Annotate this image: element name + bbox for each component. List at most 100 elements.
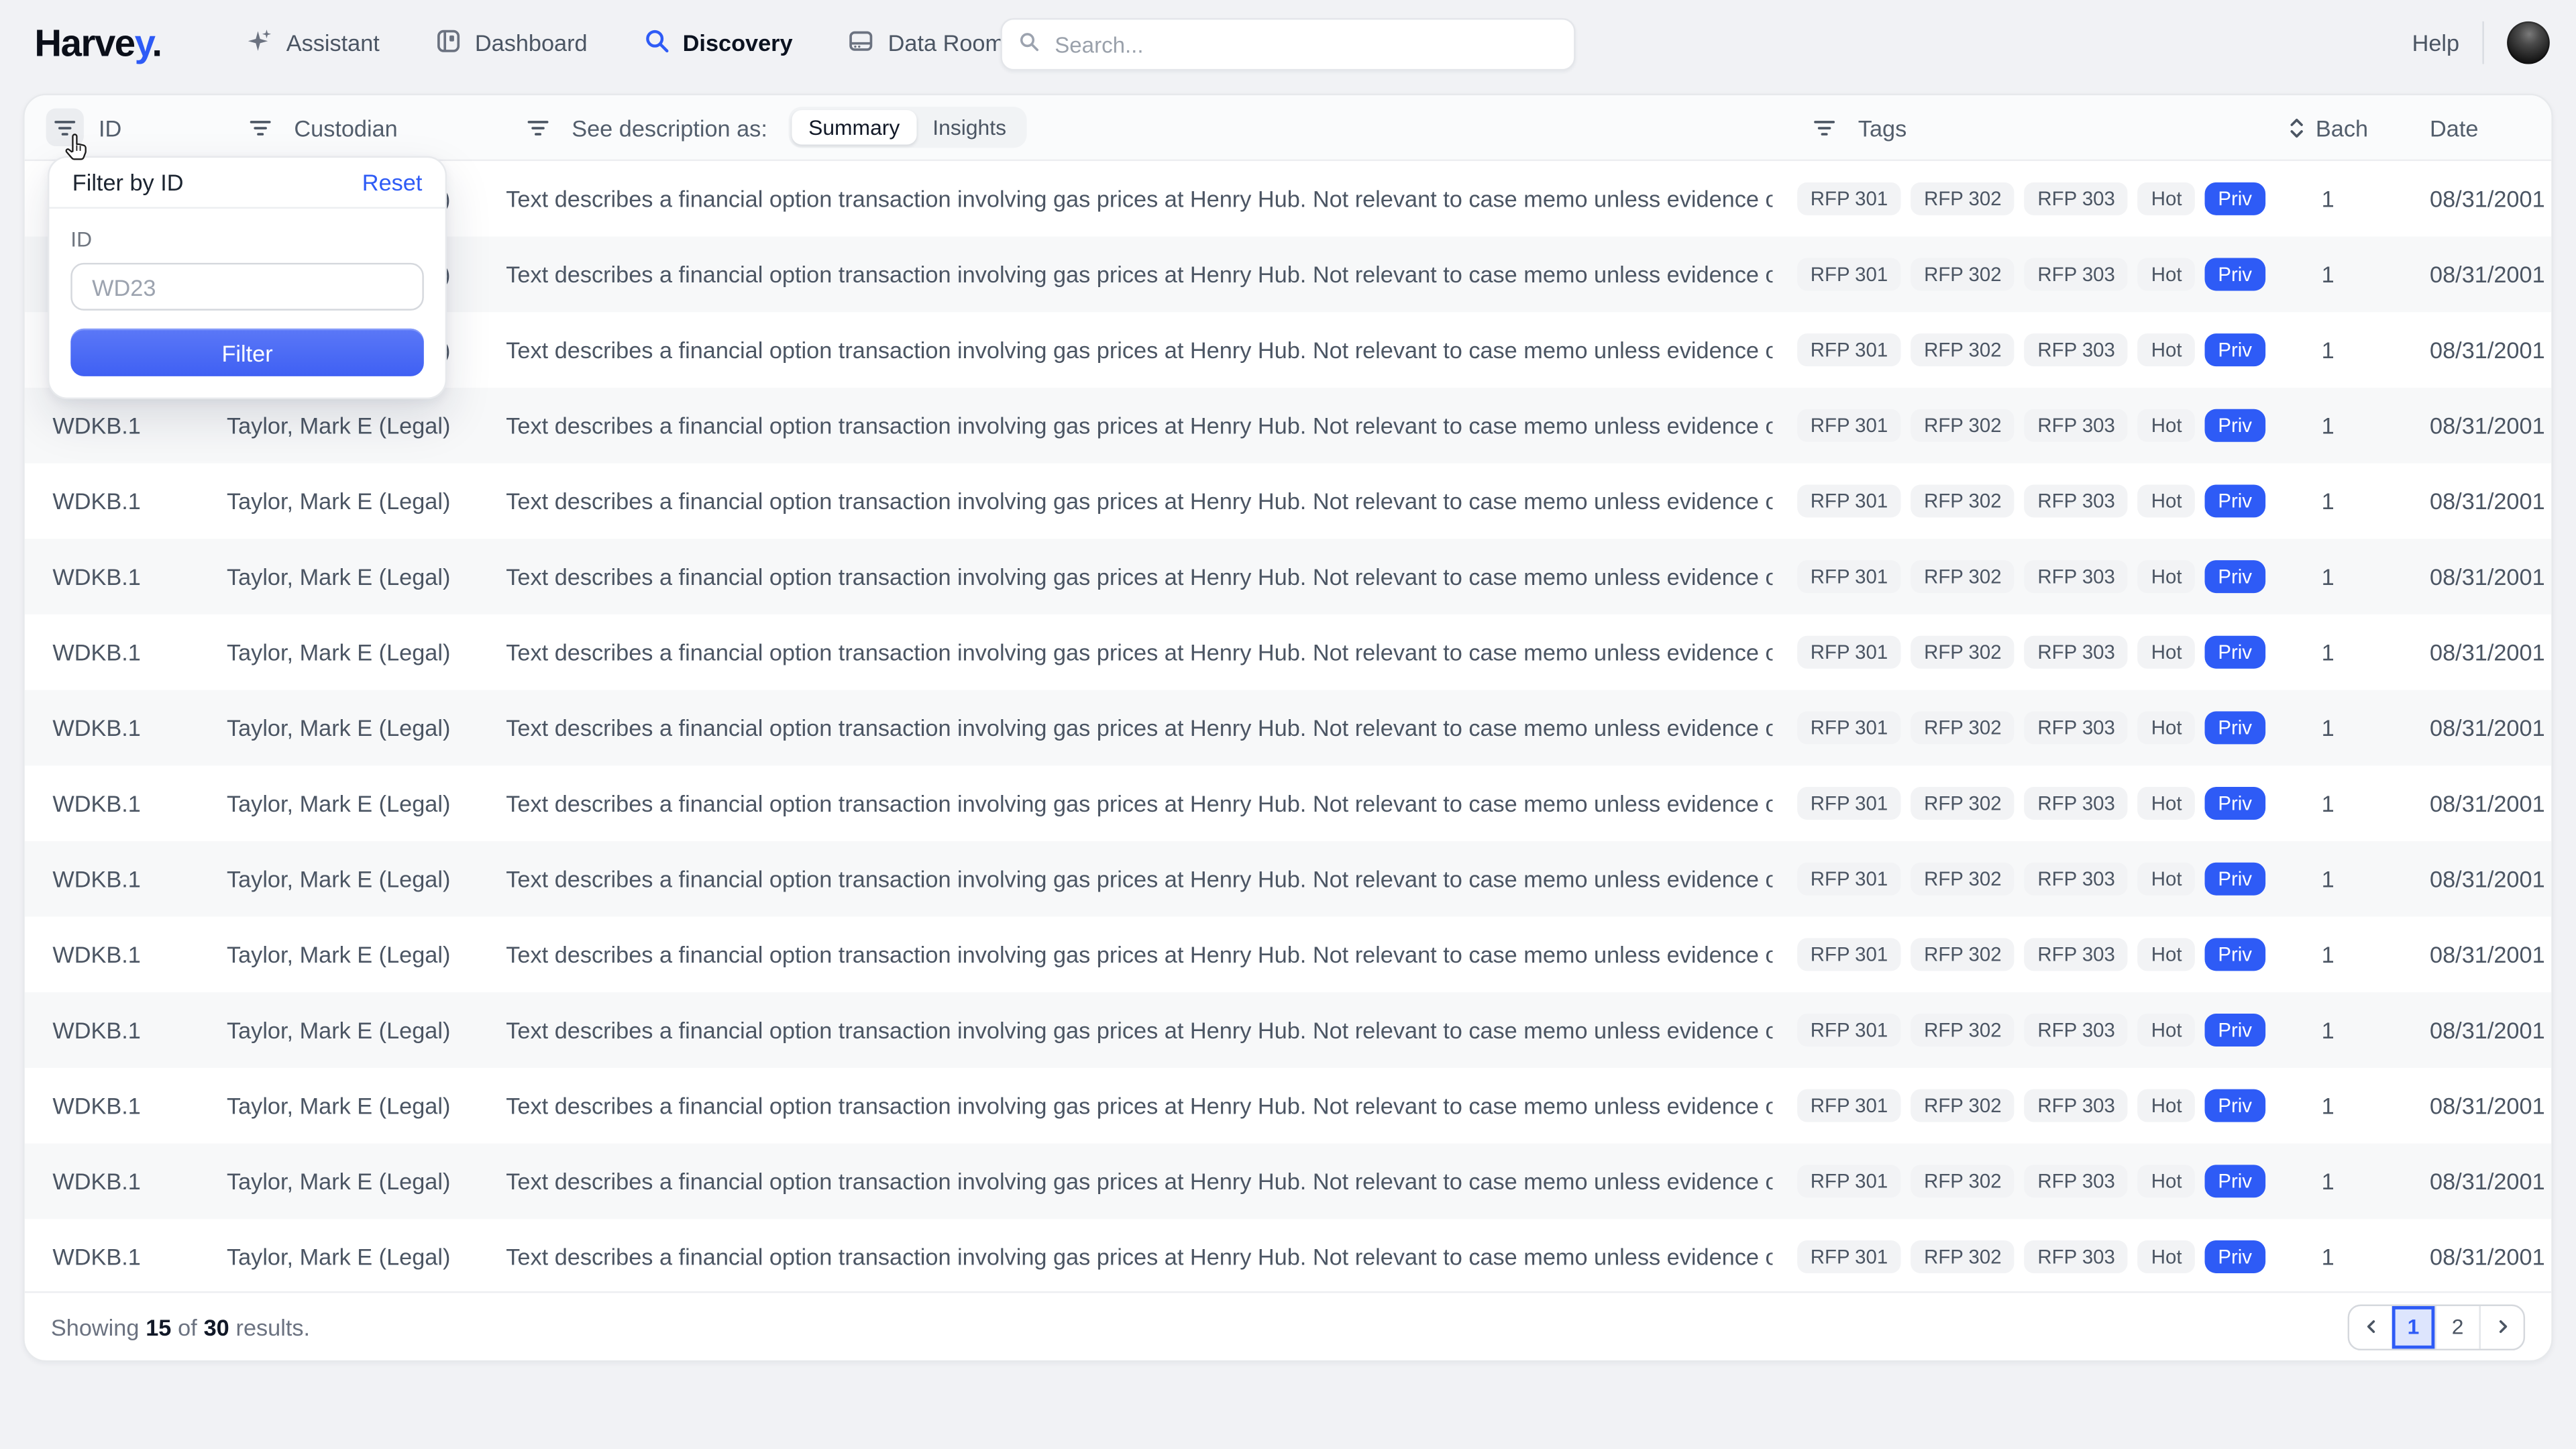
previous-page-button[interactable]: [2349, 1305, 2392, 1348]
user-avatar[interactable]: [2507, 21, 2550, 64]
results-summary: Showing15of30results.: [51, 1313, 310, 1340]
next-page-button[interactable]: [2479, 1305, 2524, 1348]
priv-tag-pill: Priv: [2205, 938, 2265, 971]
page-button-1[interactable]: 1: [2392, 1305, 2435, 1348]
priv-tag-pill: Priv: [2205, 787, 2265, 820]
cell-date: 08/31/2001: [2387, 866, 2551, 892]
cell-date: 08/31/2001: [2387, 1244, 2551, 1270]
table-row[interactable]: WDKB.1 Taylor, Mark E (Legal) Text descr…: [25, 464, 2552, 539]
cell-id: WDKB.1: [25, 413, 227, 439]
cell-id: WDKB.1: [25, 564, 227, 590]
popover-title: Filter by ID: [72, 169, 184, 195]
id-filter-button[interactable]: [46, 109, 84, 146]
tag-pill: Hot: [2138, 182, 2195, 215]
table-row[interactable]: WDKB.1 Taylor, Mark E (Legal) Text descr…: [25, 765, 2552, 841]
nav-item-discovery[interactable]: Discovery: [643, 27, 793, 58]
tag-pill: Hot: [2138, 409, 2195, 442]
cell-batch: 1: [2269, 186, 2387, 212]
nav-label: Discovery: [683, 30, 793, 56]
tag-pill: RFP 302: [1911, 787, 2015, 820]
table-row[interactable]: WDKB.1 Taylor, Mark E (Legal) Text descr…: [25, 841, 2552, 917]
cell-custodian: Taylor, Mark E (Legal): [227, 1168, 506, 1194]
cell-batch: 1: [2269, 488, 2387, 514]
cell-description: Text describes a financial option transa…: [506, 790, 1772, 816]
tag-pill: RFP 302: [1911, 182, 2015, 215]
cell-description: Text describes a financial option transa…: [506, 186, 1772, 212]
nav-item-assistant[interactable]: Assistant: [247, 27, 380, 58]
tag-pill: RFP 303: [2025, 1240, 2129, 1273]
description-filter-button[interactable]: [519, 109, 557, 146]
tag-pill: RFP 302: [1911, 484, 2015, 517]
tab-summary[interactable]: Summary: [792, 110, 916, 144]
table-row[interactable]: WDKB.1 Taylor, Mark E (Legal) Text descr…: [25, 614, 2552, 690]
tag-pill: RFP 301: [1797, 863, 1901, 896]
cell-custodian: Taylor, Mark E (Legal): [227, 1093, 506, 1119]
table-row[interactable]: WDKB.1 Taylor, Mark E (Legal) Text descr…: [25, 1143, 2552, 1219]
cell-date: 08/31/2001: [2387, 941, 2551, 967]
tag-pill: RFP 303: [2025, 1014, 2129, 1046]
harvey-logo: Harvey.: [34, 21, 161, 65]
priv-tag-pill: Priv: [2205, 484, 2265, 517]
cell-description: Text describes a financial option transa…: [506, 714, 1772, 741]
nav-item-data-room[interactable]: Data Room: [849, 27, 1004, 58]
table-row[interactable]: WDKB.1 Taylor, Mark E (Legal) Text descr…: [25, 1219, 2552, 1295]
filter-submit-button[interactable]: Filter: [70, 329, 424, 376]
tag-pill: RFP 302: [1911, 1089, 2015, 1122]
tag-pill: RFP 302: [1911, 863, 2015, 896]
cell-id: WDKB.1: [25, 941, 227, 967]
tag-pill: RFP 303: [2025, 938, 2129, 971]
tag-pill: RFP 303: [2025, 560, 2129, 593]
cell-date: 08/31/2001: [2387, 564, 2551, 590]
cell-tags: RFP 301RFP 302RFP 303HotPriv: [1772, 333, 2269, 366]
table-row[interactable]: WDKB.1 Taylor, Mark E (Legal) Text descr…: [25, 992, 2552, 1068]
sparkles-icon: [247, 27, 273, 58]
cell-description: Text describes a financial option transa…: [506, 337, 1772, 363]
cell-custodian: Taylor, Mark E (Legal): [227, 1017, 506, 1043]
cell-custodian: Taylor, Mark E (Legal): [227, 941, 506, 967]
search-input[interactable]: [1051, 30, 1557, 58]
tag-pill: RFP 301: [1797, 1240, 1901, 1273]
cell-id: WDKB.1: [25, 639, 227, 665]
tag-pill: RFP 301: [1797, 560, 1901, 593]
table-row[interactable]: WDKB.1 Taylor, Mark E (Legal) Text descr…: [25, 1068, 2552, 1144]
custodian-filter-button[interactable]: [241, 109, 279, 146]
cell-description: Text describes a financial option transa…: [506, 1244, 1772, 1270]
tags-filter-button[interactable]: [1805, 109, 1843, 146]
tag-pill: RFP 303: [2025, 258, 2129, 290]
sort-icon[interactable]: [2288, 117, 2304, 138]
column-header-description: See description as: Summary Insights: [506, 107, 1772, 148]
table-row[interactable]: WDKB.1 Taylor, Mark E (Legal) Text descr…: [25, 690, 2552, 766]
tag-pill: RFP 303: [2025, 787, 2129, 820]
nav-item-dashboard[interactable]: Dashboard: [435, 27, 588, 58]
tag-pill: RFP 303: [2025, 863, 2129, 896]
priv-tag-pill: Priv: [2205, 1014, 2265, 1046]
cell-batch: 1: [2269, 941, 2387, 967]
table-row[interactable]: WDKB.1 Taylor, Mark E (Legal) Text descr…: [25, 917, 2552, 993]
help-link[interactable]: Help: [2412, 30, 2460, 56]
reset-link[interactable]: Reset: [362, 169, 423, 195]
column-header-batch: Bach: [2269, 114, 2387, 140]
tag-pill: RFP 302: [1911, 711, 2015, 744]
cell-custodian: Taylor, Mark E (Legal): [227, 413, 506, 439]
id-filter-input[interactable]: [70, 263, 424, 311]
nav-label: Dashboard: [475, 30, 588, 56]
tag-pill: Hot: [2138, 258, 2195, 290]
cell-tags: RFP 301RFP 302RFP 303HotPriv: [1772, 938, 2269, 971]
cell-description: Text describes a financial option transa…: [506, 1168, 1772, 1194]
cell-tags: RFP 301RFP 302RFP 303HotPriv: [1772, 711, 2269, 744]
priv-tag-pill: Priv: [2205, 258, 2265, 290]
table-row[interactable]: WDKB.1 Taylor, Mark E (Legal) Text descr…: [25, 539, 2552, 614]
page-button-2[interactable]: 2: [2434, 1305, 2479, 1348]
filter-by-id-popover: Filter by ID Reset ID Filter: [48, 156, 447, 399]
cell-id: WDKB.1: [25, 866, 227, 892]
cell-tags: RFP 301RFP 302RFP 303HotPriv: [1772, 484, 2269, 517]
tag-pill: RFP 303: [2025, 484, 2129, 517]
id-field-label: ID: [70, 227, 424, 252]
tag-pill: Hot: [2138, 1014, 2195, 1046]
cell-batch: 1: [2269, 1017, 2387, 1043]
tab-insights[interactable]: Insights: [916, 110, 1023, 144]
cell-date: 08/31/2001: [2387, 186, 2551, 212]
priv-tag-pill: Priv: [2205, 182, 2265, 215]
priv-tag-pill: Priv: [2205, 636, 2265, 669]
dashboard-icon: [435, 27, 462, 58]
